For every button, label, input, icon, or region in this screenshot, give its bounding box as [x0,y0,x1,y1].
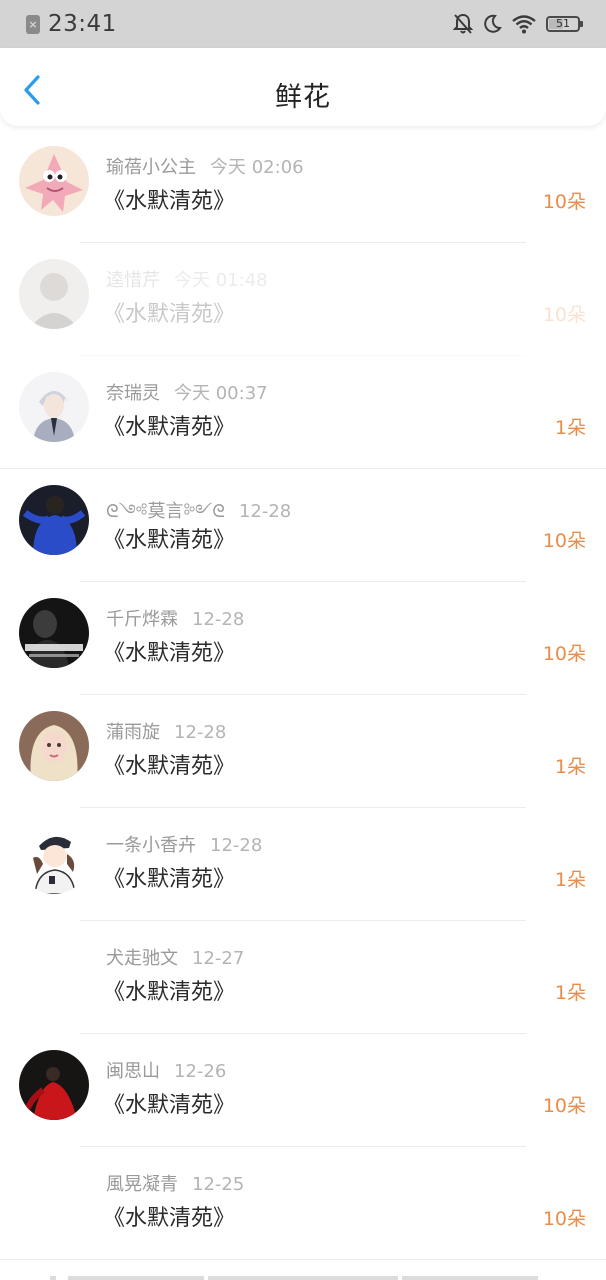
sender-name: ᘓ༺莫言༻ᘓ [106,501,225,522]
send-time: 12-28 [174,722,227,743]
item-meta: 風晃凝青 12-25 [106,1170,244,1196]
avatar [19,1050,89,1120]
book-title: 《水默清苑》 [103,867,236,892]
send-time: 今天 02:06 [210,157,304,178]
sender-name: 犬走驰文 [106,948,178,969]
item-meta: 千斤烨霖 12-28 [106,605,244,631]
avatar [19,485,89,555]
list-item[interactable]: 奈瑞灵 今天 00:37 《水默清苑》 1朵 [0,356,606,469]
list-item[interactable]: 千斤烨霖 12-28 《水默清苑》 10朵 [0,582,606,695]
list-item[interactable]: 一条小香卉 12-28 《水默清苑》 1朵 [0,808,606,921]
flower-count: 10朵 [542,191,586,213]
avatar [19,824,89,894]
book-title: 《水默清苑》 [103,754,236,779]
flower-count: 10朵 [542,643,586,665]
send-time: 12-25 [192,1174,245,1195]
list-item[interactable]: 逵惜芹 今天 01:48 《水默清苑》 10朵 [0,243,606,356]
sender-name: 風晃凝青 [106,1174,178,1195]
flower-count: 10朵 [542,1095,586,1117]
book-title: 《水默清苑》 [103,302,236,327]
divider [50,1276,56,1280]
avatar [19,259,89,329]
avatar [19,372,89,442]
book-title: 《水默清苑》 [103,189,236,214]
status-right: 51 [453,13,583,35]
list-item[interactable]: 闽思山 12-26 《水默清苑》 10朵 [0,1034,606,1147]
sender-name: 逵惜芹 [106,270,160,291]
avatar [19,146,89,216]
book-title: 《水默清苑》 [103,1206,236,1231]
item-meta: 瑜蓓小公主 今天 02:06 [106,153,304,179]
bell-off-icon [453,13,473,35]
wifi-icon [511,14,537,34]
list-item[interactable]: 瑜蓓小公主 今天 02:06 《水默清苑》 10朵 [0,130,606,243]
send-time: 今天 01:48 [174,270,268,291]
notification-blocked-icon: × [26,14,40,34]
item-meta: 蒲雨旋 12-28 [106,718,226,744]
send-time: 12-28 [210,835,263,856]
book-title: 《水默清苑》 [103,641,236,666]
book-title: 《水默清苑》 [103,528,236,553]
avatar [19,598,89,668]
flower-count: 10朵 [542,530,586,552]
list-item[interactable]: 蒲雨旋 12-28 《水默清苑》 1朵 [0,695,606,808]
status-bar: × 23:41 51 [0,0,606,48]
flower-count: 1朵 [554,417,586,439]
avatar [19,711,89,781]
sender-name: 瑜蓓小公主 [106,157,196,178]
bottom-edge [0,1265,606,1280]
battery-icon: 51 [546,16,583,32]
item-meta: 逵惜芹 今天 01:48 [106,266,268,292]
item-meta: 犬走驰文 12-27 [106,944,244,970]
book-title: 《水默清苑》 [103,1093,236,1118]
status-left: × 23:41 [26,11,117,37]
list-item[interactable]: ᘓ༺莫言༻ᘓ 12-28 《水默清苑》 10朵 [0,469,606,582]
sender-name: 闽思山 [106,1061,160,1082]
divider [0,1259,606,1260]
sender-name: 奈瑞灵 [106,383,160,404]
list-item[interactable]: 風晃凝青 12-25 《水默清苑》 10朵 [0,1147,606,1260]
item-meta: 一条小香卉 12-28 [106,831,262,857]
flower-count: 10朵 [542,1208,586,1230]
divider [208,1276,398,1280]
sender-name: 一条小香卉 [106,835,196,856]
sender-name: 千斤烨霖 [106,609,178,630]
send-time: 12-28 [238,501,292,522]
sender-name: 蒲雨旋 [106,722,160,743]
header: 鲜花 [0,48,606,126]
book-title: 《水默清苑》 [103,415,236,440]
divider [402,1276,538,1280]
send-time: 12-27 [192,948,245,969]
item-meta: 闽思山 12-26 [106,1057,226,1083]
book-title: 《水默清苑》 [103,980,236,1005]
moon-icon [482,14,502,34]
send-time: 12-26 [174,1061,227,1082]
send-time: 12-28 [192,609,245,630]
flower-count: 1朵 [554,756,586,778]
flower-count: 1朵 [554,982,586,1004]
flower-count: 1朵 [554,869,586,891]
item-meta: 奈瑞灵 今天 00:37 [106,379,268,405]
page-title: 鲜花 [275,82,331,113]
divider [68,1276,204,1280]
status-time: 23:41 [48,11,117,37]
flower-list: 瑜蓓小公主 今天 02:06 《水默清苑》 10朵 逵惜芹 今天 01:48 《水默… [0,130,606,1260]
send-time: 今天 00:37 [174,383,268,404]
battery-level: 51 [556,17,570,30]
flower-count: 10朵 [542,304,586,326]
list-item[interactable]: 犬走驰文 12-27 《水默清苑》 1朵 [0,921,606,1034]
